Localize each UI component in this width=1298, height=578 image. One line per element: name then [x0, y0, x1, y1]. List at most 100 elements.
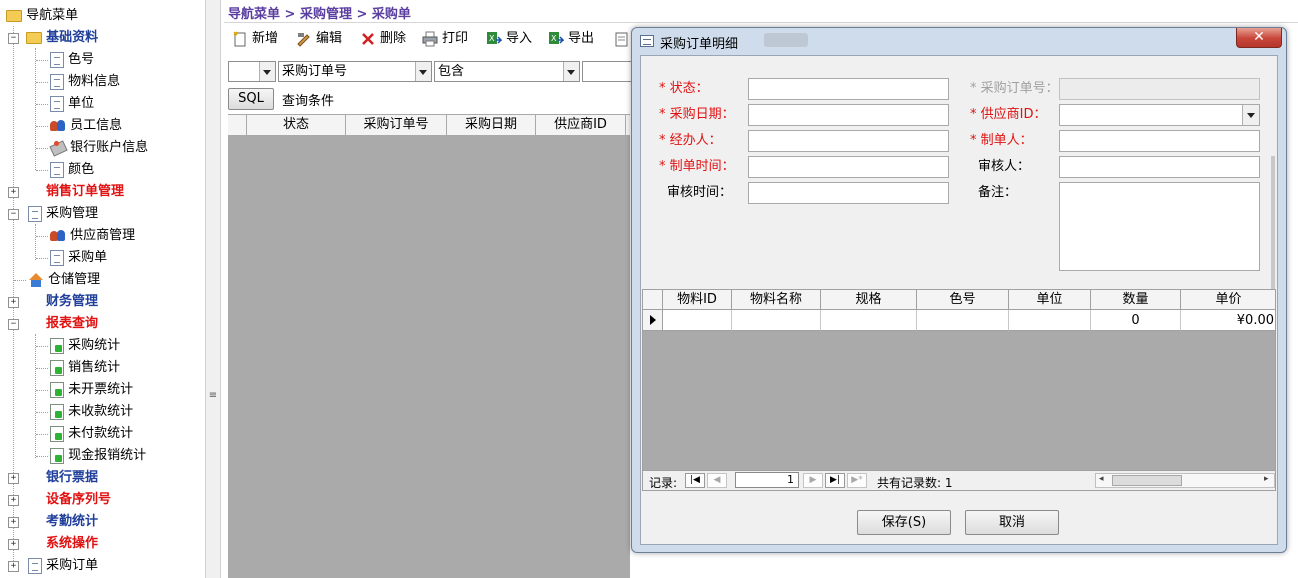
column-header[interactable]: 状态 — [247, 115, 346, 135]
column-header[interactable]: 采购订单号 — [346, 115, 447, 135]
cell-spec[interactable] — [821, 310, 917, 331]
collapse-icon[interactable]: − — [8, 319, 19, 330]
tree-item-unit[interactable]: 单位 — [50, 93, 94, 115]
tree-item-bank-account[interactable]: 银行账户信息 — [50, 137, 148, 159]
creator-input[interactable] — [1059, 130, 1260, 152]
tree-item-label: 考勤统计 — [46, 514, 99, 529]
tree-item-system-ops[interactable]: 系统操作 — [46, 533, 98, 555]
tree-item-label: 银行票据 — [46, 470, 99, 485]
tree-item-device-serials[interactable]: 设备序列号 — [46, 489, 111, 511]
expand-icon[interactable]: + — [8, 473, 19, 484]
tree-item-cash-reimburse-stats[interactable]: 现金报销统计 — [50, 445, 146, 467]
tree-item-unreceived-stats[interactable]: 未收款统计 — [50, 401, 133, 423]
remark-textarea[interactable] — [1059, 182, 1260, 271]
close-icon[interactable]: ✕ — [1236, 28, 1282, 48]
cell-unit-price[interactable]: ¥0.00 — [1181, 310, 1275, 331]
column-header[interactable]: 供应商ID — [536, 115, 626, 135]
current-row-indicator[interactable] — [643, 310, 663, 331]
sql-button[interactable]: SQL — [228, 88, 274, 110]
tree-item-employee-info[interactable]: 员工信息 — [50, 115, 122, 137]
tree-branch-line — [36, 60, 48, 61]
reviewer-input[interactable] — [1059, 156, 1260, 178]
first-record-icon[interactable]: |◀ — [685, 473, 705, 488]
tree-item-purchase-order[interactable]: 采购单 — [50, 247, 107, 269]
cell-material-name[interactable] — [732, 310, 821, 331]
cell-unit[interactable] — [1009, 310, 1091, 331]
expand-icon[interactable]: + — [8, 495, 19, 506]
cell-quantity[interactable]: 0 — [1091, 310, 1181, 331]
tree-item-purchase-orders[interactable]: 采购订单 — [28, 555, 98, 577]
tree-item-attendance[interactable]: 考勤统计 — [46, 511, 98, 533]
tree-item-bank-notes[interactable]: 银行票据 — [46, 467, 98, 489]
tree-item-reports[interactable]: 报表查询 — [46, 313, 98, 335]
column-header[interactable]: 采购日期 — [447, 115, 536, 135]
tree-item-color[interactable]: 颜色 — [50, 159, 94, 181]
next-record-icon[interactable]: ▶ — [803, 473, 823, 488]
new-record-icon[interactable]: ▶* — [847, 473, 867, 488]
expand-icon[interactable]: + — [8, 517, 19, 528]
column-header[interactable]: 单位 — [1009, 290, 1091, 310]
row-selector-header — [643, 290, 663, 310]
create-time-input[interactable] — [748, 156, 949, 178]
tree-item-unpaid-stats[interactable]: 未付款统计 — [50, 423, 133, 445]
filter-field-select[interactable]: 采购订单号 — [278, 61, 432, 82]
collapse-icon[interactable]: − — [8, 209, 19, 220]
column-header[interactable]: 单价 — [1181, 290, 1275, 310]
tree-item-supplier-mgmt[interactable]: 供应商管理 — [50, 225, 135, 247]
tree-item-purchase-stats[interactable]: 采购统计 — [50, 335, 120, 357]
add-button[interactable]: 新增 — [230, 26, 278, 52]
expand-icon[interactable]: + — [8, 297, 19, 308]
field-prefix-select[interactable] — [228, 61, 276, 82]
tree-root[interactable]: 导航菜单 — [6, 5, 78, 27]
form-scrollbar[interactable] — [1271, 156, 1275, 296]
expand-icon[interactable]: + — [8, 539, 19, 550]
cell-color-no[interactable] — [917, 310, 1009, 331]
orders-grid-body[interactable] — [228, 136, 630, 578]
tree-item-material-info[interactable]: 物料信息 — [50, 71, 120, 93]
handler-input[interactable] — [748, 130, 949, 152]
previous-record-icon[interactable]: ◀ — [707, 473, 727, 488]
tree-item-warehouse[interactable]: 仓储管理 — [28, 269, 100, 291]
record-navigator: 记录: |◀ ◀ 1 ▶ ▶| ▶* 共有记录数: 1 ◂ ▸ — [642, 471, 1276, 491]
filter-value-input[interactable] — [582, 61, 632, 82]
tree-item-color-no[interactable]: 色号 — [50, 49, 94, 71]
column-header[interactable]: 色号 — [917, 290, 1009, 310]
column-header[interactable]: 物料ID — [663, 290, 732, 310]
filter-operator-select[interactable]: 包含 — [434, 61, 580, 82]
review-time-input[interactable] — [748, 182, 949, 204]
tree-item-basic-data[interactable]: 基础资料 — [26, 27, 98, 49]
last-record-icon[interactable]: ▶| — [825, 473, 845, 488]
supplier-id-select[interactable] — [1059, 104, 1260, 126]
delete-button[interactable]: 删除 — [358, 26, 406, 52]
panel-splitter[interactable] — [205, 0, 221, 578]
collapse-icon[interactable]: − — [8, 33, 19, 44]
scroll-left-icon[interactable]: ◂ — [1099, 474, 1104, 484]
scroll-right-icon[interactable]: ▸ — [1264, 474, 1269, 484]
tree-item-purchase-mgmt[interactable]: 采购管理 — [28, 203, 98, 225]
purchase-date-input[interactable] — [748, 104, 949, 126]
cell-material-id[interactable] — [663, 310, 732, 331]
edit-button[interactable]: 编辑 — [294, 26, 342, 52]
save-button[interactable]: 保存(S) — [857, 510, 951, 535]
column-header[interactable]: 物料名称 — [732, 290, 821, 310]
status-input[interactable] — [748, 78, 949, 100]
horizontal-scrollbar[interactable]: ◂ ▸ — [1095, 473, 1275, 488]
tree-item-uninvoiced-stats[interactable]: 未开票统计 — [50, 379, 133, 401]
chevron-down-icon[interactable] — [1242, 105, 1259, 125]
expand-icon[interactable]: + — [8, 187, 19, 198]
toolbar-more-button[interactable] — [612, 26, 628, 52]
current-record-input[interactable]: 1 — [735, 472, 799, 488]
print-button[interactable]: 打印 — [420, 26, 468, 52]
expand-icon[interactable]: + — [8, 561, 19, 572]
export-button[interactable]: X 导出 — [546, 26, 594, 52]
cancel-button[interactable]: 取消 — [965, 510, 1059, 535]
scrollbar-thumb[interactable] — [1112, 475, 1182, 486]
column-header[interactable]: 规格 — [821, 290, 917, 310]
column-header[interactable]: 数量 — [1091, 290, 1181, 310]
tree-item-finance[interactable]: 财务管理 — [46, 291, 98, 313]
splitter-grip-icon[interactable]: ≡ — [205, 390, 221, 401]
tree-item-sales-stats[interactable]: 销售统计 — [50, 357, 120, 379]
import-button[interactable]: X 导入 — [484, 26, 532, 52]
row-selector-header — [228, 115, 247, 135]
tree-item-sales-orders[interactable]: 销售订单管理 — [46, 181, 124, 203]
